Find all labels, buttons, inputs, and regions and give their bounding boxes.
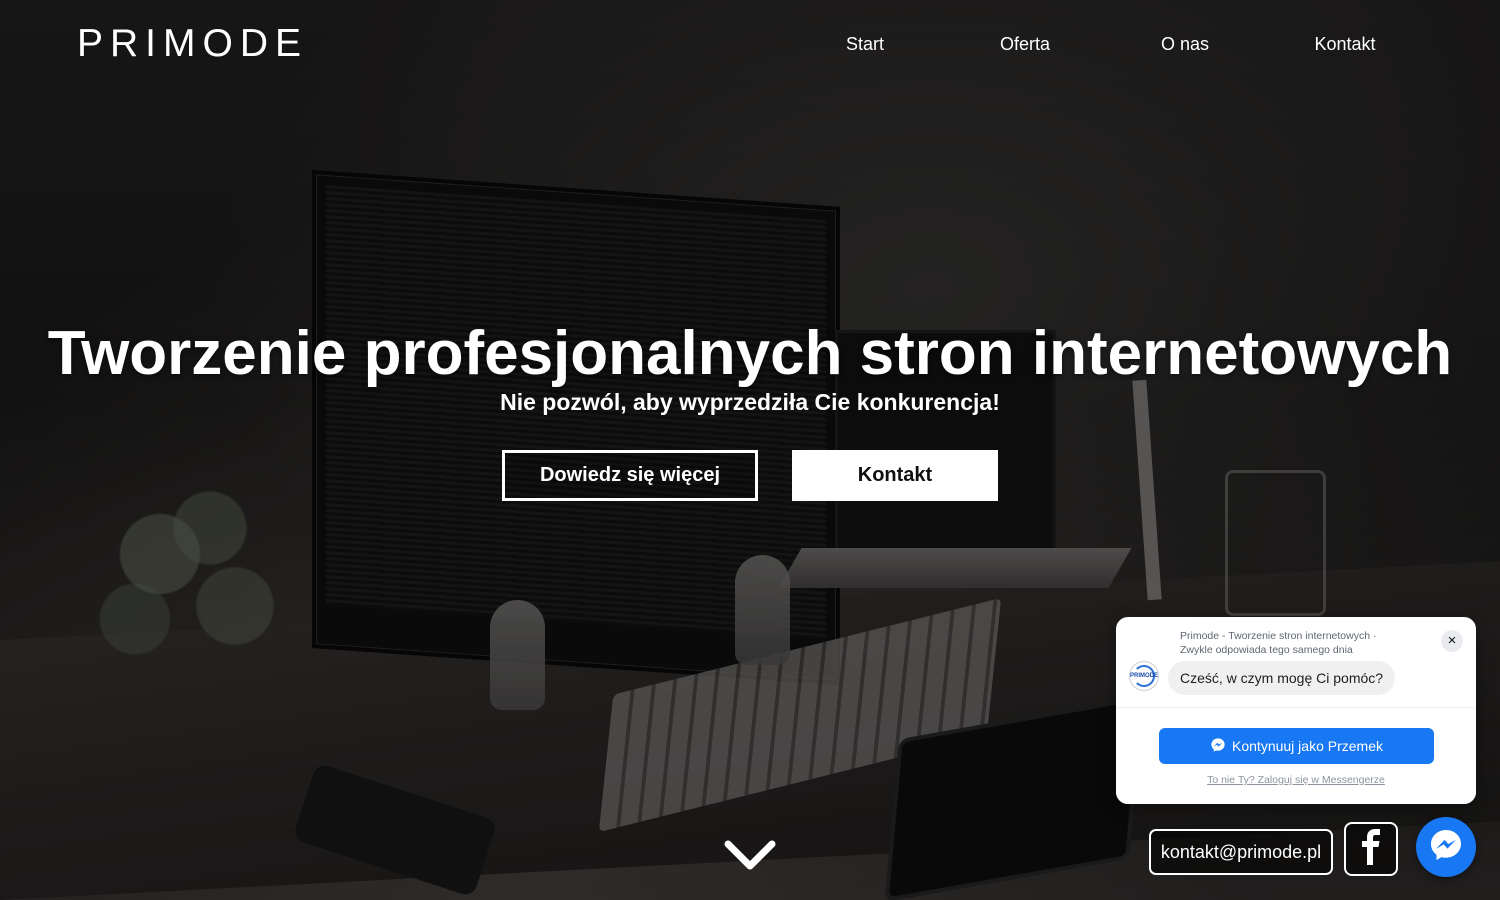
continue-label: Kontynuuj jako Przemek: [1232, 738, 1383, 754]
continue-as-button[interactable]: Kontynuuj jako Przemek: [1159, 728, 1434, 764]
messenger-icon: [1210, 737, 1226, 756]
messenger-chat-popup: Primode - Tworzenie stron internetowych …: [1116, 617, 1476, 804]
email-contact-button[interactable]: kontakt@primode.pl: [1149, 829, 1333, 875]
not-you-link[interactable]: To nie Ty? Zaloguj się w Messengerze: [1116, 774, 1476, 786]
nav-kontakt[interactable]: Kontakt: [1314, 34, 1375, 55]
chevron-down-icon[interactable]: [723, 835, 777, 875]
messenger-icon: [1428, 827, 1464, 868]
nav-start[interactable]: Start: [846, 34, 884, 55]
close-icon[interactable]: ×: [1441, 630, 1463, 652]
chat-page-name: Primode - Tworzenie stron internetowych …: [1180, 630, 1377, 642]
chat-page-info: Primode - Tworzenie stron internetowych …: [1180, 629, 1420, 657]
learn-more-button[interactable]: Dowiedz się więcej: [502, 450, 758, 501]
chat-header: Primode - Tworzenie stron internetowych …: [1116, 617, 1476, 707]
nav-oferta[interactable]: Oferta: [1000, 34, 1050, 55]
contact-button[interactable]: Kontakt: [792, 450, 998, 501]
hero-title: Tworzenie profesjonalnych stron internet…: [47, 319, 1453, 388]
facebook-icon: [1358, 828, 1384, 870]
messenger-chat-button[interactable]: [1416, 817, 1476, 877]
hero-subtitle: Nie pozwól, aby wyprzedziła Cie konkuren…: [500, 389, 1000, 415]
chat-footer: Kontynuuj jako Przemek To nie Ty? Zalogu…: [1116, 707, 1476, 804]
main-nav: Start Oferta O nas Kontakt: [0, 34, 1500, 58]
avatar-text: PRIMODE: [1130, 673, 1159, 679]
facebook-button[interactable]: [1344, 822, 1398, 876]
avatar: PRIMODE: [1129, 661, 1159, 691]
chat-response-time: Zwykle odpowiada tego samego dnia: [1180, 644, 1353, 656]
chat-greeting-bubble: Cześć, w czym mogę Ci pomóc?: [1168, 661, 1396, 695]
nav-o-nas[interactable]: O nas: [1161, 34, 1209, 55]
